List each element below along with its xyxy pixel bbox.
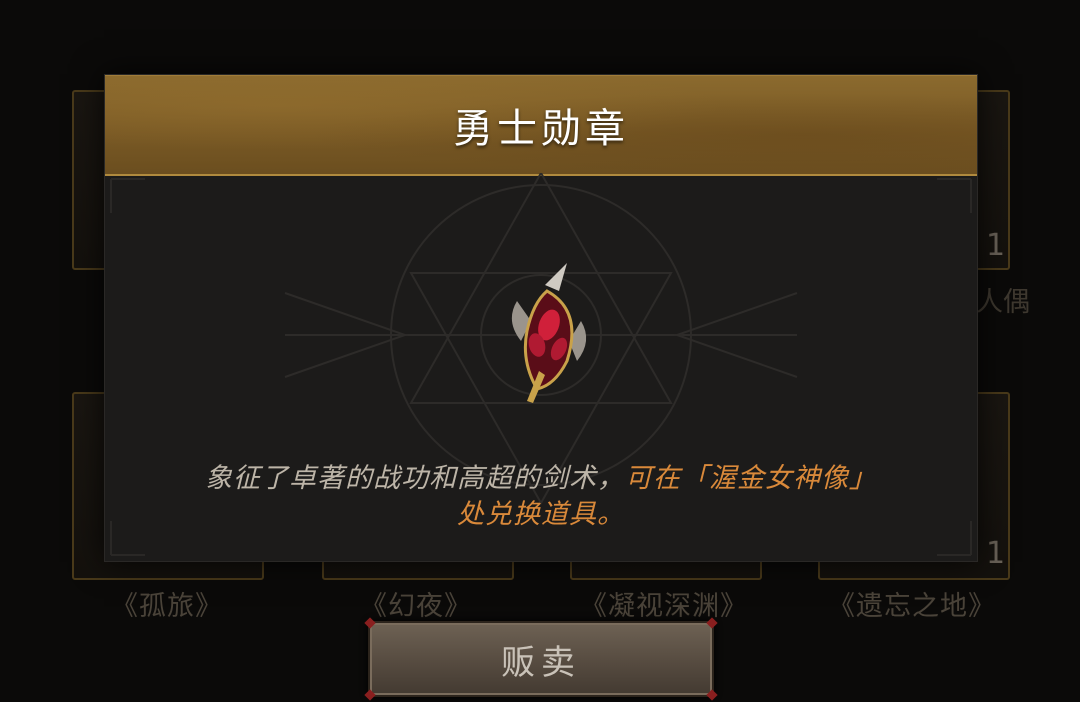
modal-header: 勇士勋章 (105, 75, 977, 176)
item-name-fragment: 人偶 (976, 287, 1030, 318)
item-count: 1 (986, 536, 1006, 571)
crimson-medal-icon (511, 263, 587, 403)
item-description: 象征了卓著的战功和高超的剑术，可在「渥金女神像」 处兑换道具。 (141, 461, 941, 533)
item-detail-modal[interactable]: 勇士勋章 象征了卓著的战功和高超的剑术，可在「渥金女神像」 处兑换道具。 (104, 74, 978, 562)
modal-title: 勇士勋章 (453, 106, 629, 152)
description-highlight: 处兑换道具。 (457, 499, 625, 530)
description-highlight: 可在「渥金女神像」 (625, 463, 877, 494)
sell-button[interactable]: 贩卖 (364, 617, 718, 701)
item-count: 1 (986, 228, 1006, 263)
card-label-yiwang-zhidi: 《遗忘之地》 (828, 591, 996, 622)
top-row-faint-labels (0, 0, 1080, 14)
card-label-huanye: 《幻夜》 (360, 591, 472, 622)
card-label-gulv: 《孤旅》 (111, 591, 223, 622)
sell-button-label: 贩卖 (501, 642, 581, 683)
card-label-ningshi-shenyuan: 《凝视深渊》 (580, 591, 748, 622)
description-text: 象征了卓著的战功和高超的剑术， (205, 463, 625, 494)
modal-body: 象征了卓著的战功和高超的剑术，可在「渥金女神像」 处兑换道具。 (105, 173, 977, 561)
